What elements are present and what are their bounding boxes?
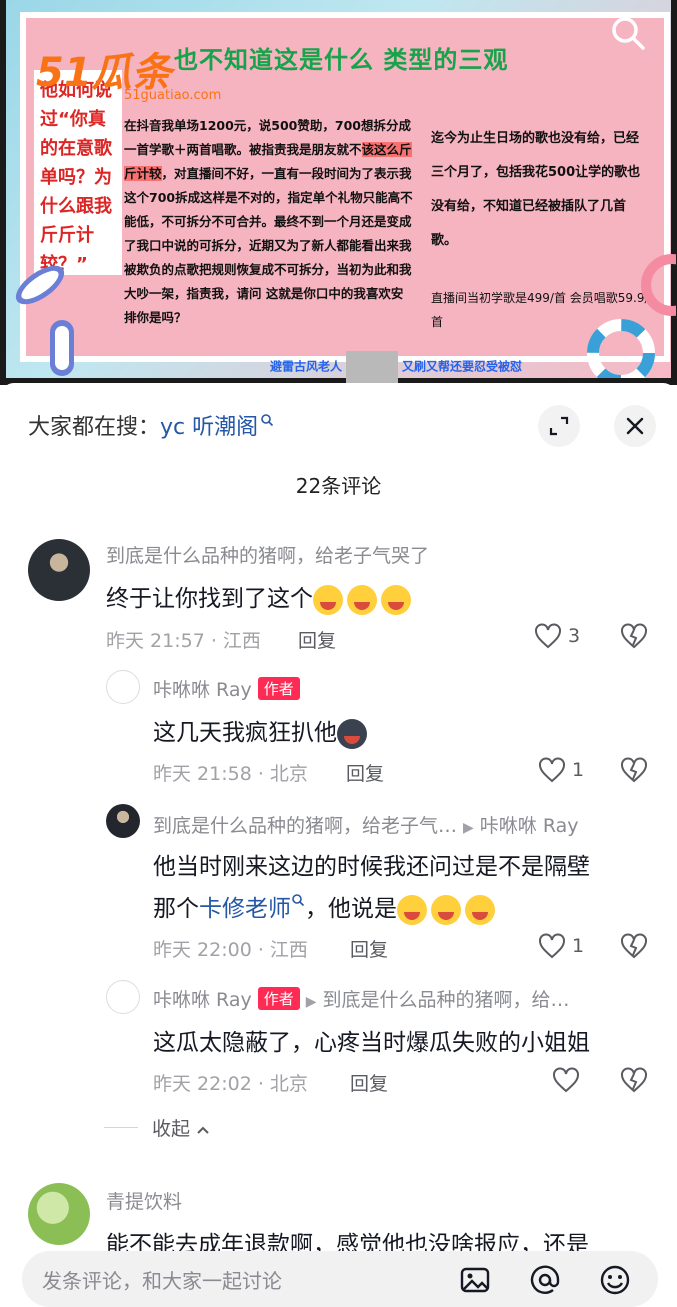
avatar[interactable] xyxy=(106,804,140,838)
like-button[interactable]: 3 xyxy=(534,623,580,649)
chevron-up-icon xyxy=(197,1126,209,1134)
search-keyword[interactable]: yc 听潮阁 xyxy=(160,415,258,440)
heart-icon xyxy=(535,623,561,649)
heart-icon xyxy=(553,1067,579,1093)
crying-laugh-emoji-icon xyxy=(381,584,411,615)
crying-laugh-emoji-icon xyxy=(347,584,377,615)
comment-time-location: 昨天 21:57 · 江西 xyxy=(106,630,261,652)
video-frame[interactable]: 他如何说过“你真的在意歌单吗？为什么跟我斤斤计较？” 在抖音我单场1200元，说… xyxy=(0,0,677,385)
collapse-replies-button[interactable]: 收起 xyxy=(152,1114,210,1141)
mention-icon[interactable] xyxy=(528,1263,562,1297)
like-count: 1 xyxy=(572,935,585,957)
comment-count: 22条评论 xyxy=(295,474,382,498)
search-small-icon xyxy=(261,414,274,427)
poster-image: 他如何说过“你真的在意歌单吗？为什么跟我斤斤计较？” 在抖音我单场1200元，说… xyxy=(6,0,676,383)
search-small-icon xyxy=(292,894,305,907)
husky-emoji-icon xyxy=(337,718,367,749)
flipflop-decoration-icon xyxy=(15,265,65,305)
avatar[interactable] xyxy=(28,539,90,601)
author-badge: 作者 xyxy=(257,677,300,700)
flipflop-decoration-icon xyxy=(50,320,74,376)
life-ring-decoration-icon xyxy=(587,319,655,378)
poster-title: 也不知道这是什么 类型的三观 xyxy=(174,46,509,74)
comment-text: 他当时刚来这边的时候我还问过是不是隔壁 xyxy=(153,854,590,880)
reply-button[interactable]: 回复 xyxy=(346,759,384,786)
comment-author[interactable]: 到底是什么品种的猪啊，给老子气… ▶ 咔咻咻 Ray xyxy=(153,811,579,838)
search-icon[interactable] xyxy=(609,14,647,52)
comment-sheet: 大家都在搜：yc 听潮阁 22条评论 到底是什么品种的猪啊，给老子气哭了 终于让… xyxy=(0,383,677,1307)
image-icon[interactable] xyxy=(458,1263,492,1297)
expand-button[interactable] xyxy=(538,405,580,447)
avatar[interactable] xyxy=(106,980,140,1014)
emoji-icon[interactable] xyxy=(598,1263,632,1297)
heart-icon xyxy=(539,757,565,783)
author-badge: 作者 xyxy=(257,987,300,1010)
crying-laugh-emoji-icon xyxy=(397,894,427,925)
like-button[interactable]: 1 xyxy=(538,757,584,783)
reply-to-user[interactable]: 到底是什么品种的猪啊，给… xyxy=(323,989,570,1011)
expand-icon xyxy=(549,416,569,436)
broken-heart-icon[interactable] xyxy=(620,757,648,783)
reply-button[interactable]: 回复 xyxy=(350,935,388,962)
reply-button[interactable]: 回复 xyxy=(350,1069,388,1096)
comment-time-location: 昨天 21:58 · 北京 xyxy=(153,763,308,785)
avatar[interactable] xyxy=(106,670,140,704)
crying-laugh-emoji-icon xyxy=(431,894,461,925)
comment-input-bar[interactable]: 发条评论，和大家一起讨论 xyxy=(22,1251,658,1307)
heart-icon xyxy=(539,933,565,959)
pink-ring-decoration-icon xyxy=(641,254,676,316)
reply-button[interactable]: 回复 xyxy=(298,626,336,653)
comment-text-line2: 那个卡修老师 ，他说是 xyxy=(153,889,499,925)
comment-time-location: 昨天 22:02 · 北京 xyxy=(153,1073,308,1095)
broken-heart-icon[interactable] xyxy=(620,1067,648,1093)
search-prefix: 大家都在搜： xyxy=(28,415,161,440)
comment-author[interactable]: 咔咻咻 Ray 作者 ▶ 到底是什么品种的猪啊，给… xyxy=(153,985,570,1012)
redaction-block xyxy=(346,351,399,383)
crying-laugh-emoji-icon xyxy=(313,584,343,615)
poster-left-card: 他如何说过“你真的在意歌单吗？为什么跟我斤斤计较？” xyxy=(34,70,122,275)
divider xyxy=(104,1127,138,1128)
reply-arrow-icon: ▶ xyxy=(305,994,317,1010)
comment-text: 这瓜太隐蔽了，心疼当时爆瓜失败的小姐姐 xyxy=(153,1030,590,1056)
reply-arrow-icon: ▶ xyxy=(463,820,474,836)
like-button[interactable] xyxy=(552,1067,580,1093)
like-button[interactable]: 1 xyxy=(538,933,584,959)
comment-author[interactable]: 咔咻咻 Ray 作者 xyxy=(153,675,300,702)
comment-time-location: 昨天 22:00 · 江西 xyxy=(153,939,308,961)
poster-footer: 避雷古风老人 又刷又帮还要忍受被怼 xyxy=(270,351,522,383)
close-icon xyxy=(626,417,644,435)
comment-author[interactable]: 青提饮料 xyxy=(106,1187,182,1214)
comment-text: 终于让你找到了这个 xyxy=(106,579,415,615)
crying-laugh-emoji-icon xyxy=(465,894,495,925)
comment-text: 这几天我疯狂扒他 xyxy=(153,713,371,749)
poster-right-text: 迄今为止生日场的歌也没有给，已经三个月了，包括我花500让学的歌也没有给，不知道… xyxy=(431,131,641,248)
suggested-search[interactable]: 大家都在搜：yc 听潮阁 xyxy=(28,409,274,441)
broken-heart-icon[interactable] xyxy=(620,623,648,649)
comment-author[interactable]: 到底是什么品种的猪啊，给老子气哭了 xyxy=(106,541,429,568)
watermark-url: 51guatiao.com xyxy=(124,88,222,103)
like-count: 3 xyxy=(568,625,581,647)
search-link[interactable]: 卡修老师 xyxy=(199,896,291,922)
reply-to-user[interactable]: 咔咻咻 Ray xyxy=(480,815,579,837)
avatar[interactable] xyxy=(28,1183,90,1245)
close-button[interactable] xyxy=(614,405,656,447)
broken-heart-icon[interactable] xyxy=(620,933,648,959)
like-count: 1 xyxy=(572,759,585,781)
poster-mid-text: 在抖音我单场1200元，说500赞助，700想拆分成一首学歌＋两首唱歌。被指责我… xyxy=(124,118,413,325)
